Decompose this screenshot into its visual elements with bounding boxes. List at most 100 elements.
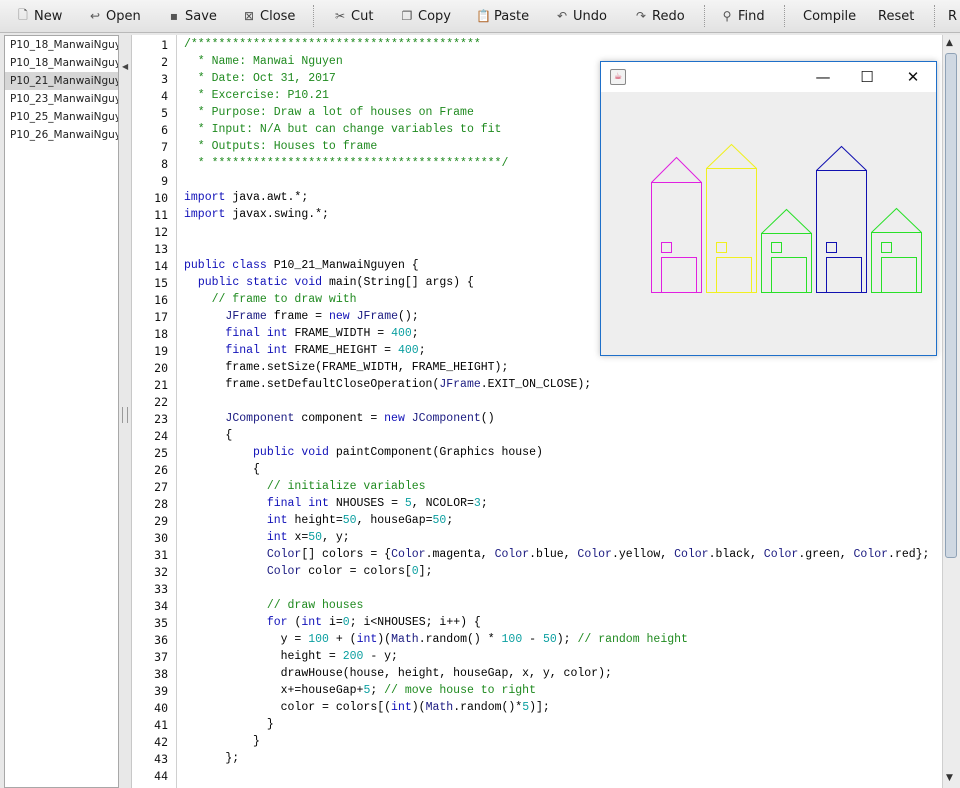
code-line[interactable]: * Date: Oct 31, 2017 <box>184 72 336 85</box>
code-line[interactable]: * Outputs: Houses to frame <box>184 140 377 153</box>
copy-button[interactable]: ❐ Copy <box>400 6 451 26</box>
code-token: 0 <box>342 616 350 629</box>
file-list-item[interactable]: P10_21_ManwaiNguye <box>5 72 118 90</box>
code-line[interactable]: int height=50, houseGap=50; <box>184 514 453 527</box>
new-button[interactable]: 🗋 New <box>16 6 62 26</box>
code-token: 0 <box>411 565 419 578</box>
code-line[interactable]: height = 200 - y; <box>184 650 398 663</box>
close-button[interactable]: ⊠ Close <box>242 6 295 26</box>
code-line[interactable]: for (int i=0; i<NHOUSES; i++) { <box>184 616 481 629</box>
file-list-item[interactable]: P10_26_ManwaiNguye <box>5 126 118 144</box>
window-titlebar[interactable]: ☕ — ☐ ✕ <box>601 62 936 92</box>
code-token: P10_21_ManwaiNguyen { <box>266 259 419 272</box>
code-line[interactable]: { <box>184 429 232 442</box>
code-token: Color <box>266 548 302 561</box>
code-line[interactable]: final int FRAME_WIDTH = 400; <box>184 327 418 340</box>
house-door <box>826 257 862 293</box>
code-line[interactable]: /***************************************… <box>184 38 481 51</box>
scroll-down-arrow-icon[interactable]: ▼ <box>946 773 953 783</box>
code-line[interactable]: JFrame frame = new JFrame(); <box>184 310 418 323</box>
code-token: main(String[] args) { <box>322 276 474 289</box>
code-token: * Name: Manwai Nguyen <box>184 55 343 68</box>
window-close-button[interactable]: ✕ <box>901 66 925 88</box>
code-token: new <box>384 412 405 425</box>
find-button[interactable]: ⚲ Find <box>720 6 765 26</box>
code-line[interactable]: frame.setDefaultCloseOperation(JFrame.EX… <box>184 378 591 391</box>
divider-grip[interactable] <box>122 407 128 423</box>
code-line[interactable]: public void paintComponent(Graphics hous… <box>184 446 543 459</box>
scrollbar-thumb[interactable] <box>945 53 957 558</box>
run-button[interactable]: R <box>948 6 957 26</box>
minimize-button[interactable]: — <box>811 66 835 88</box>
collapse-left-arrow-icon[interactable]: ◀ <box>122 62 128 71</box>
split-pane-divider[interactable]: ◀ <box>120 35 130 788</box>
line-number: 16 <box>154 293 168 307</box>
code-line[interactable]: drawHouse(house, height, houseGap, x, y,… <box>184 667 612 680</box>
code-token: int <box>391 701 412 714</box>
code-line[interactable]: * Excercise: P10.21 <box>184 89 329 102</box>
code-line[interactable]: * **************************************… <box>184 157 509 170</box>
code-token: height = <box>184 650 343 663</box>
line-number: 33 <box>154 582 168 596</box>
line-number: 15 <box>154 276 168 290</box>
code-line[interactable]: // initialize variables <box>184 480 426 493</box>
code-line[interactable]: JComponent component = new JComponent() <box>184 412 494 425</box>
save-button[interactable]: ▪ Save <box>167 6 217 26</box>
code-line[interactable]: import javax.swing.*; <box>184 208 329 221</box>
code-token: 200 <box>342 650 364 663</box>
code-token: frame = <box>266 310 329 323</box>
code-line[interactable]: color = colors[(int)(Math.random()*5)]; <box>184 701 550 714</box>
line-number: 11 <box>154 208 168 222</box>
code-line[interactable]: * Input: N/A but can change variables to… <box>184 123 502 136</box>
file-list: P10_18_ManwaiNguye P10_18_ManwaiNguye P10_… <box>4 35 119 788</box>
code-token: .black, <box>708 548 764 561</box>
vertical-scrollbar[interactable]: ▲ ▼ <box>942 35 960 788</box>
file-list-item[interactable]: P10_18_ManwaiNguye <box>5 54 118 72</box>
code-line[interactable]: public static void main(String[] args) { <box>184 276 474 289</box>
line-number: 6 <box>161 123 168 137</box>
code-token: ( <box>287 616 302 629</box>
line-number: 24 <box>154 429 168 443</box>
undo-button[interactable]: ↶ Undo <box>555 6 607 26</box>
code-line[interactable]: public class P10_21_ManwaiNguyen { <box>184 259 419 272</box>
open-button[interactable]: ↩ Open <box>88 6 141 26</box>
code-line[interactable]: // draw houses <box>184 599 364 612</box>
code-line[interactable]: final int FRAME_HEIGHT = 400; <box>184 344 425 357</box>
code-line[interactable]: y = 100 + (int)(Math.random() * 100 - 50… <box>184 633 688 646</box>
file-list-item[interactable]: P10_23_ManwaiNguye <box>5 90 118 108</box>
code-line[interactable]: { <box>184 463 260 476</box>
code-line[interactable]: import java.awt.*; <box>184 191 308 204</box>
redo-button[interactable]: ↷ Redo <box>634 6 685 26</box>
code-token: // move house to right <box>384 684 536 697</box>
house-window <box>771 242 782 253</box>
code-line[interactable]: Color[] colors = {Color.magenta, Color.b… <box>184 548 930 561</box>
line-number: 40 <box>154 701 168 715</box>
scroll-up-arrow-icon[interactable]: ▲ <box>946 38 953 48</box>
code-line[interactable]: frame.setSize(FRAME_WIDTH, FRAME_HEIGHT)… <box>184 361 508 374</box>
code-line[interactable]: * Name: Manwai Nguyen <box>184 55 343 68</box>
cut-button[interactable]: ✂ Cut <box>333 6 373 26</box>
paste-button[interactable]: 📋 Paste <box>476 6 529 26</box>
code-token: .random() * <box>418 633 502 646</box>
code-line[interactable]: int x=50, y; <box>184 531 350 544</box>
code-line[interactable]: Color color = colors[0]; <box>184 565 433 578</box>
compile-button[interactable]: Compile <box>803 6 856 26</box>
file-list-item[interactable]: P10_25_ManwaiNguye <box>5 108 118 126</box>
code-line[interactable]: final int NHOUSES = 5, NCOLOR=3; <box>184 497 488 510</box>
code-line[interactable]: } <box>184 735 260 748</box>
reset-button[interactable]: Reset <box>878 6 914 26</box>
maximize-button[interactable]: ☐ <box>855 66 879 88</box>
code-token: , houseGap= <box>356 514 433 527</box>
code-line[interactable]: }; <box>184 752 239 765</box>
code-line[interactable]: x+=houseGap+5; // move house to right <box>184 684 536 697</box>
file-list-item[interactable]: P10_18_ManwaiNguye <box>5 36 118 54</box>
code-line[interactable]: // frame to draw with <box>184 293 357 306</box>
code-line[interactable]: } <box>184 718 274 731</box>
code-line[interactable]: * Purpose: Draw a lot of houses on Frame <box>184 106 474 119</box>
java-frame-window[interactable]: ☕ — ☐ ✕ <box>600 61 937 356</box>
code-token: )( <box>411 701 426 714</box>
